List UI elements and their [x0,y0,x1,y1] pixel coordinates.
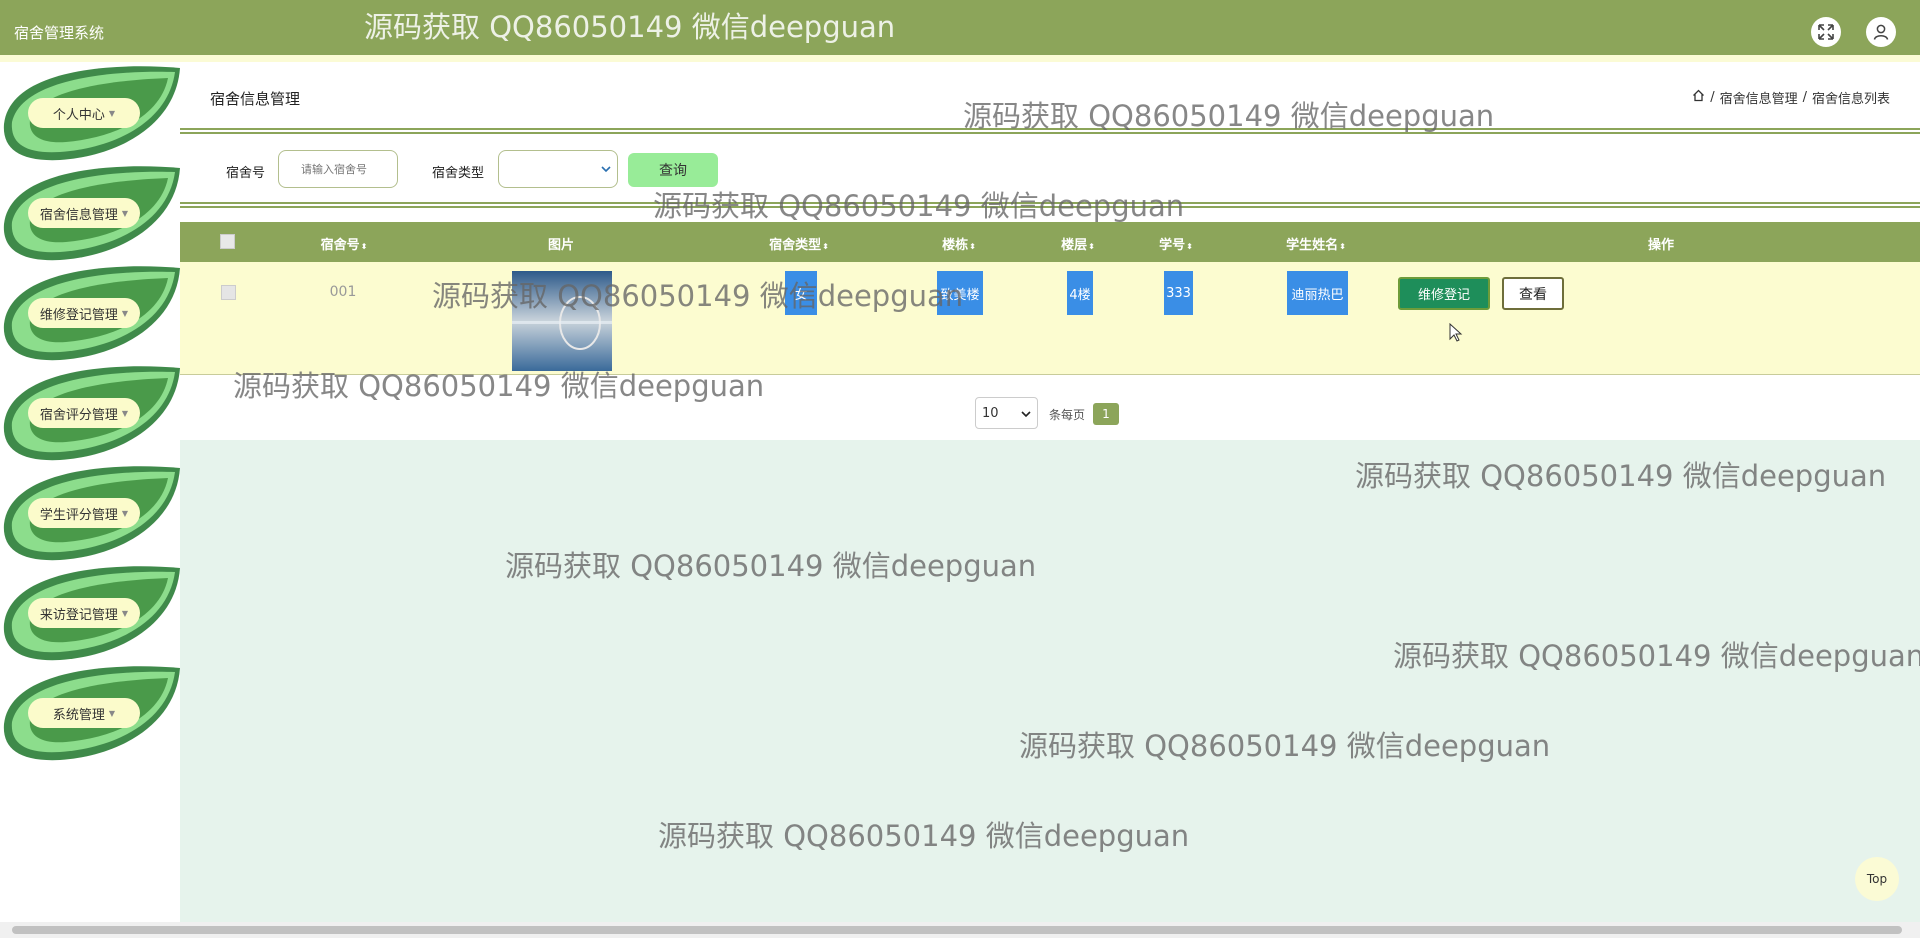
sort-icon: ⬍ [1186,242,1193,251]
page-size-select[interactable]: 10 [975,397,1038,429]
dorm-photo[interactable] [512,271,612,371]
query-button[interactable]: 查询 [628,153,718,187]
chevron-down-icon: ▼ [121,608,129,618]
page-number-button[interactable]: 1 [1093,403,1119,425]
breadcrumb-item[interactable]: 宿舍信息管理 [1720,88,1798,107]
page-title: 宿舍信息管理 [210,90,301,108]
floor-tag: 4楼 [1067,271,1093,315]
sidebar-item-label: 个人中心 [52,107,105,123]
sidebar-item-student-score[interactable]: 学生评分管理 ▼ [0,464,180,564]
chevron-down-icon: ▼ [108,708,116,718]
column-header: 操作 [1647,238,1675,253]
sidebar-item-repair[interactable]: 维修登记管理 ▼ [0,264,180,364]
table-header: 宿舍号⬍ 图片 宿舍类型⬍ 楼栋⬍ 楼层⬍ 学号⬍ 学生姓名⬍ 操作 [180,222,1920,262]
app-title: 宿舍管理系统 [14,24,105,42]
sort-icon: ⬍ [822,242,829,251]
student-name-tag: 迪丽热巴 [1287,271,1348,315]
repair-register-button[interactable]: 维修登记 [1398,277,1490,310]
dorm-type-tag: 女 [785,271,817,315]
chevron-down-icon: ▼ [108,108,116,118]
column-header[interactable]: 学生姓名⬍ [1286,234,1346,253]
building-tag: 致美楼 [937,271,983,315]
column-header[interactable]: 楼栋⬍ [942,234,976,253]
back-to-top-button[interactable]: Top [1855,857,1899,901]
table-row [180,262,1920,375]
horizontal-scrollbar[interactable] [0,922,1920,938]
breadcrumb-item: 宿舍信息列表 [1811,92,1890,107]
chevron-down-icon [601,166,611,173]
view-button[interactable]: 查看 [1502,277,1564,310]
home-icon[interactable] [1692,89,1705,106]
select-all-checkbox[interactable] [220,234,235,249]
sort-icon: ⬍ [1088,242,1095,251]
scrollbar-thumb[interactable] [12,926,1902,934]
mouse-cursor-icon [1449,323,1463,342]
sidebar-item-label: 宿舍评分管理 [39,407,118,423]
dorm-no-cell: 001 [329,284,357,300]
dorm-type-select[interactable] [498,150,618,188]
dorm-no-input[interactable] [278,150,398,188]
row-checkbox[interactable] [221,285,236,300]
per-page-label: 条每页 [1049,408,1086,422]
sidebar-item-label: 学生评分管理 [39,507,118,523]
divider [180,202,1920,208]
sidebar-item-label: 维修登记管理 [39,307,118,323]
sidebar-item-dorm-info[interactable]: 宿舍信息管理 ▼ [0,164,180,264]
chevron-down-icon: ▼ [121,508,129,518]
breadcrumb: / 宿舍信息管理 / 宿舍信息列表 [1692,88,1890,107]
student-no-tag: 333 [1164,271,1193,315]
sidebar-item-system[interactable]: 系统管理 ▼ [0,664,180,764]
chevron-down-icon: ▼ [121,408,129,418]
column-header[interactable]: 楼层⬍ [1061,234,1095,253]
sidebar-item-label: 系统管理 [52,707,105,723]
expand-icon[interactable] [1811,17,1841,47]
sidebar-item-label: 宿舍信息管理 [39,207,118,223]
sidebar-item-label: 来访登记管理 [39,607,118,623]
chevron-down-icon [1021,411,1031,418]
user-icon[interactable] [1866,17,1896,47]
sort-icon: ⬍ [360,242,368,251]
sidebar: 个人中心 ▼ 宿舍信息管理 ▼ 维修登记管理 ▼ 宿舍评分管理 ▼ 学生评分管理 ▼ 来访… [0,62,180,938]
top-header: 宿舍管理系统 源码获取 QQ86050149 微信deepguan [0,0,1920,55]
photo-image [512,271,612,371]
sort-icon: ⬍ [1339,242,1346,251]
column-header[interactable]: 宿舍号⬍ [321,234,368,253]
header-strip [0,55,1920,62]
column-header[interactable]: 宿舍类型⬍ [769,234,829,253]
chevron-down-icon: ▼ [121,308,129,318]
column-header: 图片 [547,238,575,253]
dorm-type-label: 宿舍类型 [432,166,485,181]
divider [180,128,1920,134]
chevron-down-icon: ▼ [121,208,129,218]
main-content: 宿舍信息管理 / 宿舍信息管理 / 宿舍信息列表 宿舍号 宿舍类型 查询 宿舍号… [180,62,1920,938]
watermark: 源码获取 QQ86050149 微信deepguan [364,10,896,44]
sidebar-item-personal-center[interactable]: 个人中心 ▼ [0,64,180,164]
sort-icon: ⬍ [969,242,976,251]
sidebar-item-dorm-score[interactable]: 宿舍评分管理 ▼ [0,364,180,464]
dorm-no-label: 宿舍号 [226,166,266,181]
sidebar-item-visitor[interactable]: 来访登记管理 ▼ [0,564,180,664]
column-header[interactable]: 学号⬍ [1159,234,1193,253]
